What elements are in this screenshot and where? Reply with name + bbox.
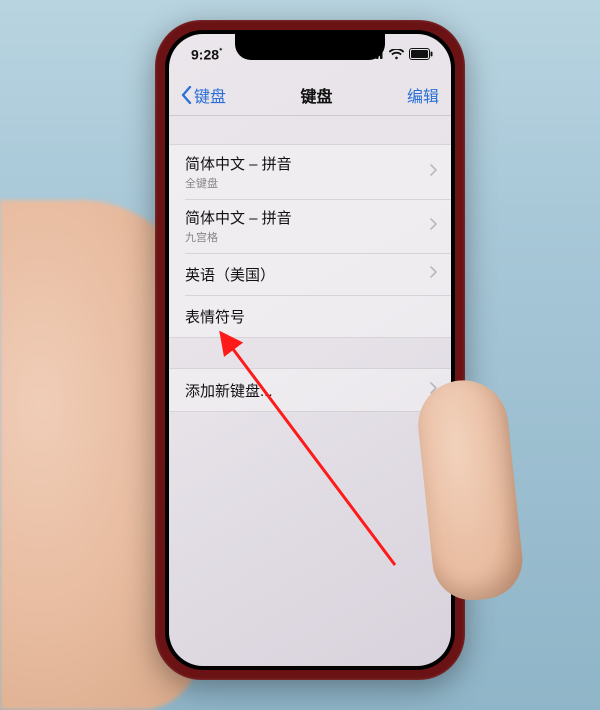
row-title: 简体中文 – 拼音 — [185, 153, 292, 174]
page-title: 键盘 — [300, 83, 332, 107]
nav-bar: 键盘 键盘 编辑 — [169, 74, 451, 116]
battery-icon — [409, 48, 433, 60]
phone-bezel: 9:28ᐩ 键盘 键盘 编辑 简体中文 – 拼音 — [165, 30, 455, 670]
chevron-right-icon — [430, 163, 437, 181]
row-texts: 添加新键盘... — [185, 380, 273, 401]
keyboard-row[interactable]: 表情符号 — [169, 295, 451, 337]
row-title: 英语（美国） — [185, 264, 275, 285]
row-texts: 简体中文 – 拼音 全键盘 — [185, 153, 292, 191]
row-subtitle: 全键盘 — [185, 175, 292, 191]
screen: 9:28ᐩ 键盘 键盘 编辑 简体中文 – 拼音 — [169, 34, 451, 666]
row-title: 表情符号 — [185, 306, 245, 327]
keyboard-row[interactable]: 简体中文 – 拼音 全键盘 — [169, 145, 451, 199]
add-keyboard-group: 添加新键盘... — [169, 368, 451, 412]
row-texts: 表情符号 — [185, 306, 245, 327]
row-title: 简体中文 – 拼音 — [185, 207, 292, 228]
row-title: 添加新键盘... — [185, 380, 273, 401]
keyboard-row[interactable]: 简体中文 – 拼音 九宫格 — [169, 199, 451, 253]
chevron-right-icon — [430, 217, 437, 235]
phone-frame: 9:28ᐩ 键盘 键盘 编辑 简体中文 – 拼音 — [155, 20, 465, 680]
row-subtitle: 九宫格 — [185, 229, 292, 245]
add-keyboard-button[interactable]: 添加新键盘... — [169, 369, 451, 411]
keyboard-row[interactable]: 英语（美国） — [169, 253, 451, 295]
row-texts: 英语（美国） — [185, 264, 275, 285]
status-time: 9:28ᐩ — [191, 46, 223, 63]
back-button[interactable]: 键盘 — [181, 83, 226, 107]
edit-button[interactable]: 编辑 — [407, 83, 439, 107]
chevron-right-icon — [430, 265, 437, 283]
row-texts: 简体中文 – 拼音 九宫格 — [185, 207, 292, 245]
notch — [235, 34, 385, 60]
back-label: 键盘 — [194, 83, 226, 107]
wifi-icon — [389, 49, 404, 60]
keyboards-list: 简体中文 – 拼音 全键盘 简体中文 – 拼音 九宫格 英语（美国） — [169, 144, 451, 338]
chevron-left-icon — [181, 86, 192, 104]
